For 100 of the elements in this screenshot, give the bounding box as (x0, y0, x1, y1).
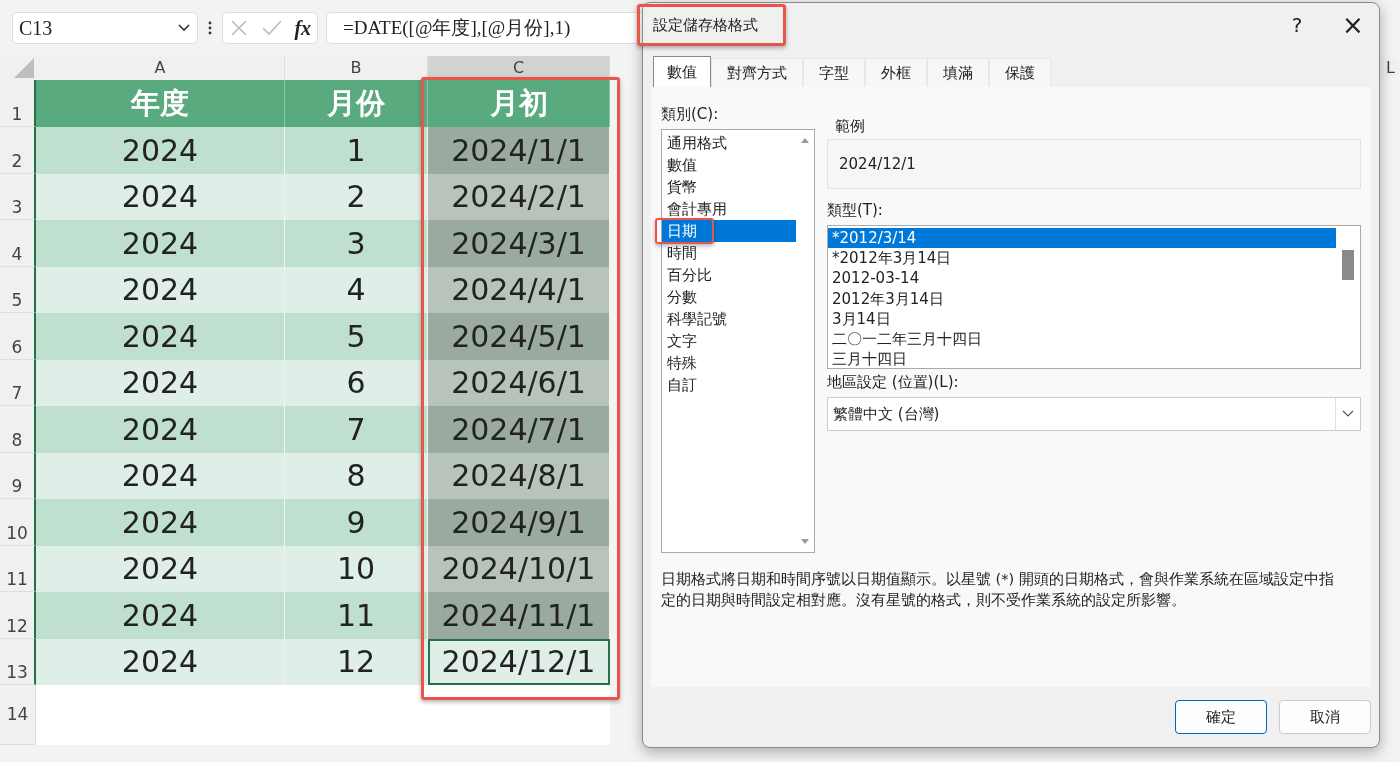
cancel-icon[interactable] (228, 18, 249, 38)
table-cell: 2024 (36, 452, 285, 499)
row-header[interactable]: 8 (0, 406, 36, 453)
help-button[interactable]: ? (1267, 13, 1327, 37)
scrollbar-thumb[interactable] (1342, 250, 1354, 280)
category-item[interactable]: 數值 (662, 154, 796, 176)
tab[interactable]: 字型 (803, 58, 865, 87)
close-button[interactable]: × (1327, 10, 1379, 40)
table-cell: 12 (285, 638, 428, 685)
type-item[interactable]: 3月14日 (828, 308, 1336, 329)
scroll-down-icon[interactable] (800, 538, 810, 546)
column-header[interactable]: C (428, 56, 610, 80)
ok-button[interactable]: 確定 (1175, 700, 1267, 734)
table-cell: 2024/10/1 (428, 545, 610, 592)
insert-function-button[interactable]: fx (294, 16, 312, 40)
row-header[interactable]: 3 (0, 173, 36, 220)
table-cell: 2024 (36, 406, 285, 453)
tab[interactable]: 填滿 (927, 58, 989, 87)
table-cell: 2024/8/1 (428, 452, 610, 499)
table-cell: 2024 (36, 220, 285, 267)
checkmark-icon[interactable] (260, 18, 283, 38)
table-cell: 6 (285, 359, 428, 406)
category-item[interactable]: 時間 (662, 242, 796, 264)
type-item[interactable]: *2012/3/14 (828, 228, 1336, 249)
category-item[interactable]: 特殊 (662, 352, 796, 374)
table-cell: 2024/4/1 (428, 266, 610, 313)
type-list[interactable]: *2012/3/14 *2012年3月14日 2012-03-14 2012年3月14日 3月14日 二〇一二年三月十四日 三月十四日 (827, 225, 1361, 369)
category-item[interactable]: 通用格式 (662, 132, 796, 154)
table-cell: 1 (285, 127, 428, 174)
row-header[interactable]: 10 (0, 499, 36, 546)
tab[interactable]: 對齊方式 (711, 58, 803, 87)
dialog-title: 設定儲存格格式 (653, 15, 759, 35)
type-label: 類型(T): (827, 200, 884, 221)
table-header-cell: 月份 (285, 80, 428, 127)
row-header[interactable]: 5 (0, 266, 36, 313)
table-cell: 2024 (36, 313, 285, 360)
table-header-cell: 月初 (428, 80, 610, 127)
table-cell: 2024/2/1 (428, 173, 610, 220)
tab[interactable]: 保護 (989, 58, 1051, 87)
chevron-down-icon (1342, 410, 1354, 418)
type-item[interactable]: 2012年3月14日 (828, 288, 1336, 309)
table-cell: 8 (285, 452, 428, 499)
table-cell: 2024/9/1 (428, 499, 610, 546)
column-header[interactable]: B (285, 56, 428, 80)
tab[interactable]: 數值 (653, 56, 711, 87)
column-header[interactable]: A (36, 56, 285, 80)
table-cell: 2024 (36, 499, 285, 546)
more-options-icon[interactable] (208, 21, 212, 35)
category-label: 類別(C): (661, 104, 720, 125)
category-item[interactable]: 貨幣 (662, 176, 796, 198)
type-item[interactable]: 三月十四日 (828, 349, 1336, 370)
row-header[interactable]: 2 (0, 127, 36, 174)
category-list[interactable]: 通用格式 數值 貨幣 會計專用 日期 時間 百分比 分數 科學記號 文字 特殊 自訂 (661, 129, 815, 553)
category-item[interactable]: 自訂 (662, 374, 796, 396)
chevron-down-icon (177, 23, 191, 33)
row-header[interactable]: 11 (0, 545, 36, 592)
table-cell: 10 (285, 545, 428, 592)
row-header[interactable]: 14 (0, 685, 36, 745)
table-cell: 2024/3/1 (428, 220, 610, 267)
table-cell: 2 (285, 173, 428, 220)
row-header[interactable]: 6 (0, 313, 36, 360)
table-cell: 2024 (36, 592, 285, 639)
table-cell: 2024 (36, 359, 285, 406)
category-item[interactable]: 日期 (662, 220, 796, 242)
table-cell: 11 (285, 592, 428, 639)
category-item[interactable]: 會計專用 (662, 198, 796, 220)
table-cell: 7 (285, 406, 428, 453)
table-cell: 2024/1/1 (428, 127, 610, 174)
locale-label: 地區設定 (位置)(L): (827, 372, 960, 393)
row-header[interactable]: 4 (0, 220, 36, 267)
cancel-button[interactable]: 取消 (1279, 700, 1371, 734)
row-header[interactable]: 13 (0, 638, 36, 685)
description-text: 日期格式將日期和時間序號以日期值顯示。以星號 (*) 開頭的日期格式，會與作業系統在區域設定中指定的日期與時間設定相對應。沒有星號的格式，則不受作業系統的設定所影響。 (661, 570, 1335, 610)
table-cell: 2024 (36, 266, 285, 313)
row-header[interactable]: 1 (0, 80, 36, 127)
name-box[interactable]: C13 (12, 12, 198, 44)
table-cell: 9 (285, 499, 428, 546)
row-header[interactable]: 9 (0, 452, 36, 499)
category-item[interactable]: 科學記號 (662, 308, 796, 330)
table-cell: 2024/11/1 (428, 592, 610, 639)
table-header-cell: 年度 (36, 80, 285, 127)
scroll-up-icon[interactable] (800, 136, 810, 144)
category-item[interactable]: 百分比 (662, 264, 796, 286)
tab[interactable]: 外框 (865, 58, 927, 87)
category-item[interactable]: 文字 (662, 330, 796, 352)
highlight-frame (655, 218, 714, 244)
type-item[interactable]: *2012年3月14日 (828, 248, 1336, 269)
row-header[interactable]: 7 (0, 359, 36, 406)
type-item[interactable]: 二〇一二年三月十四日 (828, 328, 1336, 350)
triangle-icon (14, 58, 34, 78)
table-cell: 4 (285, 266, 428, 313)
locale-dropdown[interactable]: 繁體中文 (台灣) (827, 397, 1361, 431)
table-cell: 2024/6/1 (428, 359, 610, 406)
table-cell: 2024 (36, 173, 285, 220)
select-all-corner[interactable] (0, 56, 36, 80)
table-cell: 2024/12/1 (428, 638, 610, 685)
type-item[interactable]: 2012-03-14 (828, 268, 1336, 289)
sample-label: 範例 (835, 116, 866, 137)
category-item[interactable]: 分數 (662, 286, 796, 308)
row-header[interactable]: 12 (0, 592, 36, 639)
